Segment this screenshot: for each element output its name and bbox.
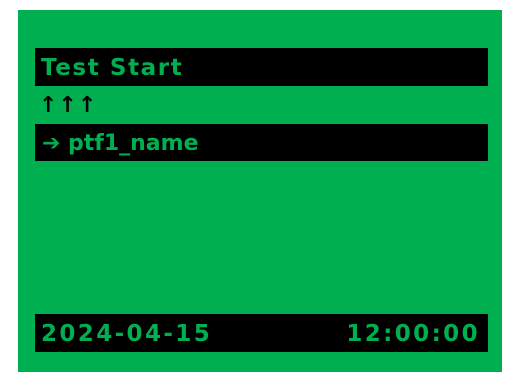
title-bar: Test Start [35,48,488,86]
lcd-screen: Test Start ↑↑↑ ➔ ptf1_name 2024-04-15 12:… [18,10,502,372]
up-arrow-icon: ↑↑↑ [39,93,97,119]
menu-item-selected[interactable]: ➔ ptf1_name [35,124,488,161]
up-arrows-glyphs: ↑↑↑ [39,93,98,118]
menu-item-label: ptf1_name [68,131,199,156]
date-display: 2024-04-15 [41,321,213,347]
right-arrow-icon: ➔ [42,131,61,156]
time-display: 12:00:00 [346,321,480,347]
screen-title: Test Start [41,55,184,81]
status-bar: 2024-04-15 12:00:00 [35,314,488,352]
